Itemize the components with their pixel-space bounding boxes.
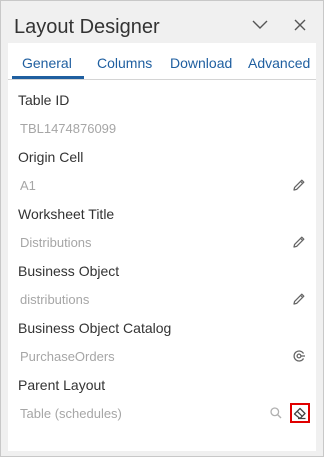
business-object-catalog-label: Business Object Catalog: [18, 320, 172, 336]
worksheet-title-label: Worksheet Title: [18, 206, 115, 222]
pencil-icon[interactable]: [290, 290, 308, 308]
parent-layout-label: Parent Layout: [18, 377, 106, 393]
parent-layout-value: Table (schedules): [20, 406, 122, 421]
properties-content: General Columns Download Advanced Table …: [8, 43, 316, 451]
origin-cell-label: Origin Cell: [18, 149, 84, 165]
tab-download[interactable]: Download: [170, 55, 232, 71]
title-bar: Layout Designer: [1, 1, 323, 49]
pencil-icon[interactable]: [290, 233, 308, 251]
pencil-icon[interactable]: [290, 176, 308, 194]
business-object-label: Business Object: [18, 263, 120, 279]
active-tab-indicator: [12, 76, 84, 79]
tab-advanced[interactable]: Advanced: [248, 55, 310, 71]
target-icon[interactable]: [290, 347, 308, 365]
panel-title: Layout Designer: [14, 16, 160, 38]
business-object-catalog-value: PurchaseOrders: [20, 349, 115, 364]
table-id-label: Table ID: [18, 92, 70, 108]
eraser-icon[interactable]: [290, 403, 310, 423]
business-object-value: distributions: [20, 292, 90, 307]
table-id-value: TBL1474876099: [20, 121, 117, 136]
tab-general[interactable]: General: [22, 55, 72, 71]
worksheet-title-value: Distributions: [20, 235, 92, 250]
tab-columns[interactable]: Columns: [97, 55, 152, 71]
close-icon[interactable]: [288, 13, 312, 37]
tab-bar: General Columns Download Advanced: [8, 43, 316, 80]
chevron-down-icon[interactable]: [248, 13, 272, 37]
layout-designer-panel: Layout Designer General Columns Download…: [0, 0, 324, 457]
search-icon[interactable]: [267, 404, 285, 422]
origin-cell-value: A1: [20, 178, 36, 193]
